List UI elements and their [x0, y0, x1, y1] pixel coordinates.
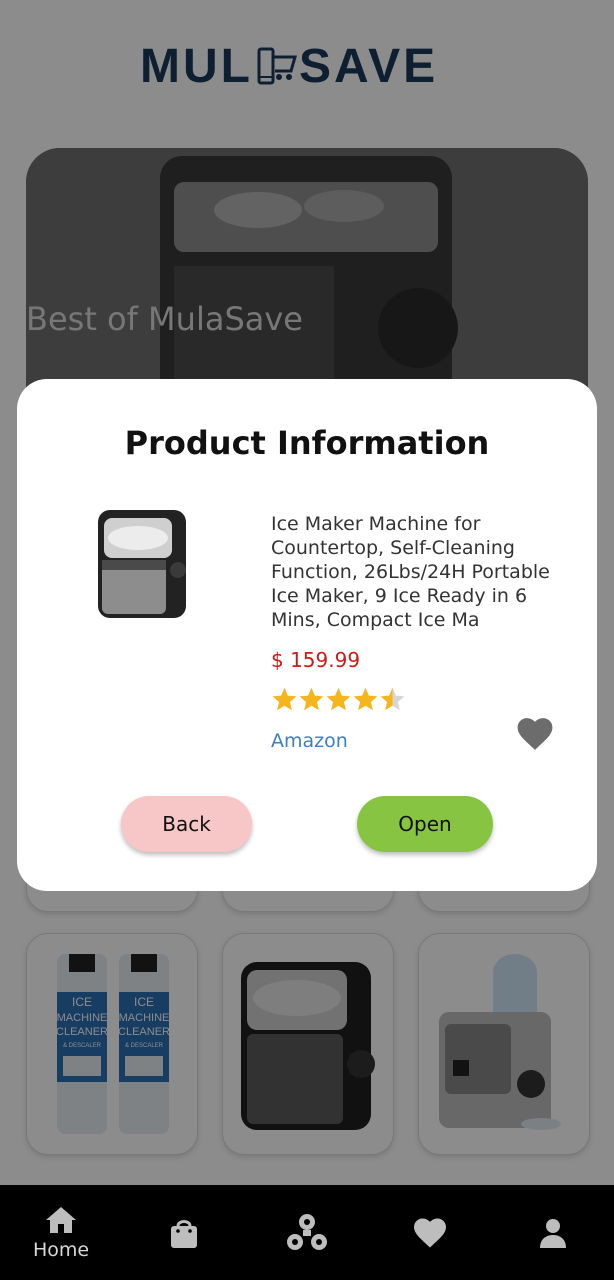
dialog-product-image	[98, 510, 186, 618]
store-link[interactable]: Amazon	[271, 730, 348, 752]
nav-shop[interactable]	[155, 1185, 213, 1280]
nav-profile[interactable]	[524, 1185, 582, 1280]
open-button[interactable]: Open	[357, 796, 493, 852]
star-icon	[326, 687, 351, 711]
profile-icon	[540, 1218, 566, 1248]
heart-icon	[414, 1217, 446, 1248]
product-name: Ice Maker Machine for Countertop, Self-C…	[271, 513, 550, 631]
home-icon	[46, 1206, 76, 1233]
nav-home-label: Home	[32, 1238, 90, 1261]
star-icon	[353, 687, 378, 711]
bottom-navigation: Home	[0, 1185, 614, 1280]
dialog-title: Product Information	[124, 424, 490, 462]
product-price: $ 159.99	[271, 648, 361, 672]
star-icon	[380, 687, 405, 711]
app-screen: MUL SAVE Best of MulaSave ICE MACHINE CL…	[0, 0, 614, 1280]
star-icon	[299, 687, 324, 711]
star-icon	[272, 687, 297, 711]
community-icon	[287, 1213, 327, 1250]
nav-favorites[interactable]	[400, 1185, 460, 1280]
back-button[interactable]: Back	[121, 796, 252, 852]
shopping-bag-icon	[171, 1219, 197, 1248]
favorite-heart-icon[interactable]	[516, 716, 554, 752]
nav-home[interactable]: Home	[20, 1185, 102, 1280]
nav-community[interactable]	[276, 1185, 338, 1280]
rating-stars	[271, 686, 406, 714]
